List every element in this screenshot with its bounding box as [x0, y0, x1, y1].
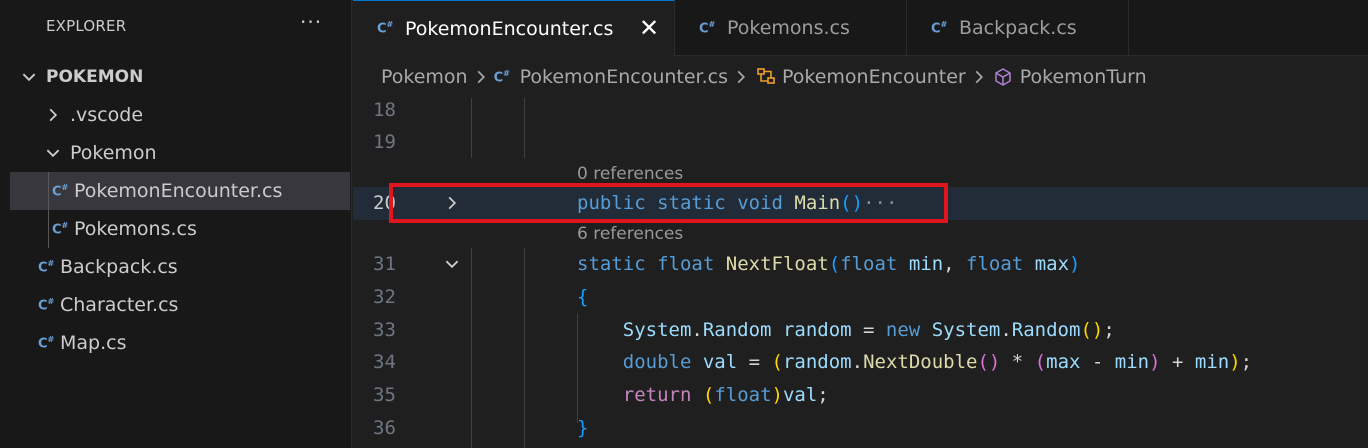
line-number: 31: [373, 253, 396, 275]
code-line: 32 {: [353, 281, 1368, 314]
tree-item-map[interactable]: C# Map.cs: [10, 324, 350, 362]
tree-item-label: PokemonEncounter.cs: [74, 180, 283, 202]
class-icon: [754, 67, 780, 87]
code-text: static float NextFloat(float min, float …: [577, 253, 1081, 275]
csharp-file-icon: C#: [38, 296, 55, 314]
line-number: 35: [373, 384, 396, 406]
line-number: 32: [373, 286, 396, 308]
folder-label: POKEMON: [46, 67, 144, 87]
breadcrumb: Pokemon C# PokemonEncounter.cs PokemonEn…: [353, 56, 1368, 98]
code-editor[interactable]: 18 19 0 references 20 public static void…: [353, 98, 1368, 448]
code-line: 18: [353, 98, 1368, 127]
code-text: }: [577, 417, 589, 439]
tree-item-pokemon-folder[interactable]: Pokemon: [10, 134, 350, 172]
more-actions-icon[interactable]: ···: [300, 12, 322, 32]
folded-ellipsis-icon[interactable]: ···: [863, 192, 897, 214]
tree-item-pokemonencounter[interactable]: C# PokemonEncounter.cs: [10, 172, 350, 210]
explorer-header: EXPLORER ···: [0, 0, 352, 56]
code-text: return (float)val;: [622, 384, 829, 406]
line-number: 33: [373, 319, 396, 341]
tree-item-character[interactable]: C# Character.cs: [10, 286, 350, 324]
tree-item-pokemons[interactable]: C# Pokemons.cs: [10, 210, 350, 248]
close-icon[interactable]: ✕: [638, 15, 660, 41]
code-line-current: 20 public static void Main()···: [353, 187, 1368, 220]
line-number: 20: [373, 192, 396, 214]
csharp-file-icon: C#: [52, 182, 69, 200]
tree-item-label: Pokemon: [70, 142, 157, 164]
tree-item-vscode[interactable]: .vscode: [10, 96, 350, 134]
breadcrumb-folder[interactable]: Pokemon: [381, 66, 468, 88]
code-text: System.Random random = new System.Random…: [622, 319, 1115, 341]
code-text: public static void Main()···: [577, 192, 898, 214]
csharp-file-icon: C#: [38, 258, 55, 276]
tree-item-label: Pokemons.cs: [74, 218, 197, 240]
chevron-down-icon: [20, 68, 38, 86]
fold-collapse-icon[interactable]: [443, 255, 461, 273]
code-line: 33 System.Random random = new System.Ran…: [353, 314, 1368, 347]
tab-label: Pokemons.cs: [727, 17, 850, 39]
chevron-right-icon: [44, 106, 62, 124]
csharp-file-icon: C#: [699, 19, 716, 37]
codelens-references[interactable]: 6 references: [577, 220, 683, 248]
tree-item-label: Character.cs: [60, 294, 179, 316]
breadcrumb-class[interactable]: PokemonEncounter: [754, 66, 966, 88]
code-line: 31 static float NextFloat(float min, flo…: [353, 248, 1368, 281]
tab-pokemons[interactable]: C# Pokemons.cs: [675, 0, 907, 56]
chevron-down-icon: [44, 144, 62, 162]
breadcrumb-file[interactable]: C# PokemonEncounter.cs: [494, 66, 728, 88]
csharp-file-icon: C#: [931, 19, 948, 37]
tab-label: PokemonEncounter.cs: [405, 17, 614, 40]
tree-item-backpack[interactable]: C# Backpack.cs: [10, 248, 350, 286]
tree-item-label: .vscode: [70, 104, 144, 126]
line-number: 34: [373, 351, 396, 373]
chevron-right-icon: [470, 68, 492, 86]
code-line: 19: [353, 126, 1368, 159]
code-line: 34 double val = (random.NextDouble() * (…: [353, 346, 1368, 379]
tab-label: Backpack.cs: [959, 17, 1077, 39]
codelens-references[interactable]: 0 references: [577, 160, 683, 188]
line-number: 36: [373, 417, 396, 439]
tree-item-label: Map.cs: [60, 332, 127, 354]
code-line: 35 return (float)val;: [353, 379, 1368, 412]
breadcrumb-method[interactable]: PokemonTurn: [992, 66, 1147, 88]
code-text: {: [577, 286, 589, 308]
explorer-title: EXPLORER: [46, 17, 127, 35]
explorer-sidebar: EXPLORER ··· POKEMON .vscode Pokemon C# …: [0, 0, 352, 448]
method-cube-icon: [992, 67, 1018, 87]
tab-pokemonencounter[interactable]: C# PokemonEncounter.cs ✕: [353, 0, 675, 56]
chevron-right-icon: [730, 68, 752, 86]
tab-backpack[interactable]: C# Backpack.cs: [907, 0, 1129, 56]
csharp-file-icon: C#: [52, 220, 69, 238]
editor-tab-bar: C# PokemonEncounter.cs ✕ C# Pokemons.cs …: [353, 0, 1368, 56]
code-line: 36 }: [353, 412, 1368, 445]
code-text: double val = (random.NextDouble() * (max…: [622, 351, 1253, 373]
csharp-file-icon: C#: [493, 68, 510, 86]
csharp-file-icon: C#: [38, 334, 55, 352]
indent-guide: [48, 172, 49, 248]
line-number: 19: [373, 131, 396, 153]
line-number: 18: [373, 99, 396, 121]
chevron-right-icon: [968, 68, 990, 86]
tree-item-label: Backpack.cs: [60, 256, 178, 278]
csharp-file-icon: C#: [377, 20, 394, 37]
folder-pokemon-root[interactable]: POKEMON: [10, 58, 350, 96]
fold-expand-icon[interactable]: [443, 194, 461, 212]
